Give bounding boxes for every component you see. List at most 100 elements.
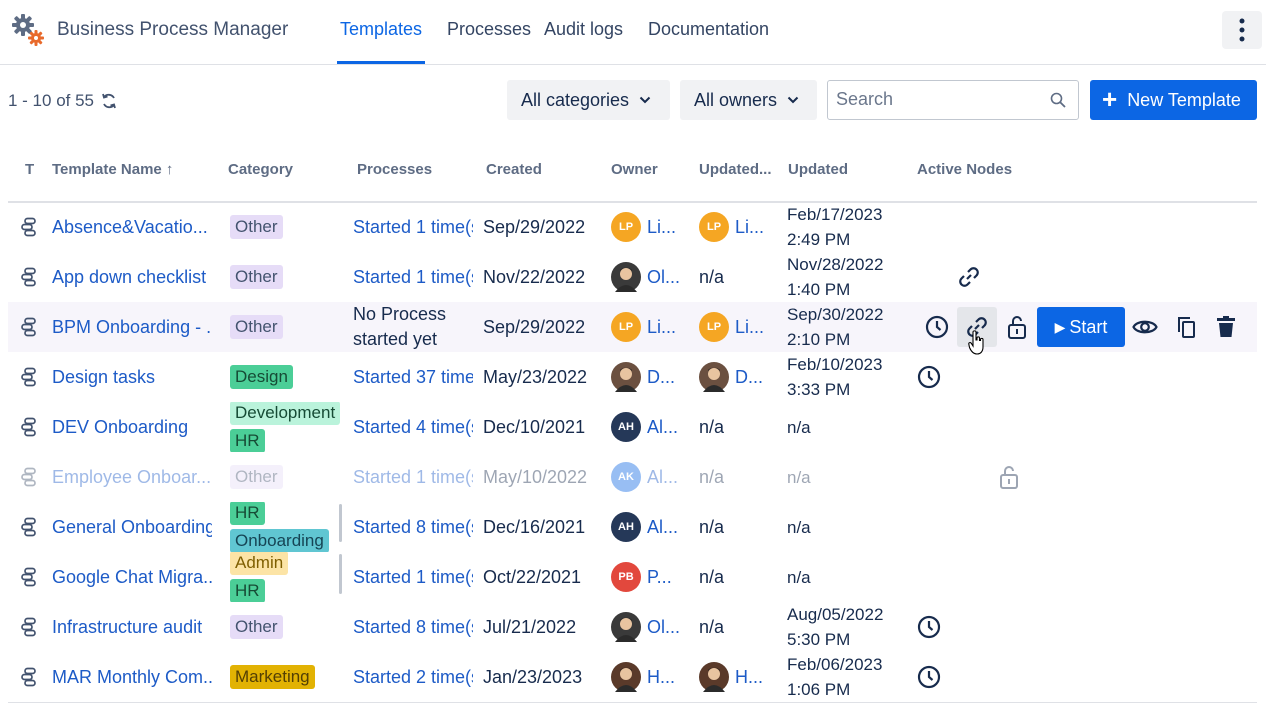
column-header-updated[interactable]: Updated xyxy=(788,161,848,178)
link-icon[interactable] xyxy=(956,264,982,290)
clock-icon[interactable] xyxy=(924,314,950,340)
processes-link[interactable]: Started 1 time(s xyxy=(353,452,473,502)
processes-link[interactable]: Started 4 time(s xyxy=(353,402,473,452)
unlock-icon[interactable] xyxy=(996,464,1022,490)
category-cell: Design xyxy=(230,352,348,402)
owner-name[interactable]: P... xyxy=(647,567,672,588)
processes-link[interactable]: Started 37 time xyxy=(353,352,473,402)
avatar[interactable]: AK xyxy=(611,462,641,492)
avatar[interactable] xyxy=(699,362,729,392)
updated-by-name[interactable]: Li... xyxy=(735,217,764,238)
owner-name[interactable]: Al... xyxy=(647,517,678,538)
column-header-category[interactable]: Category xyxy=(228,161,293,178)
owner-name[interactable]: Al... xyxy=(647,417,678,438)
owner-name[interactable]: Ol... xyxy=(647,267,680,288)
updated-by-name[interactable]: H... xyxy=(735,667,763,688)
avatar[interactable] xyxy=(611,262,641,292)
tab-audit-logs[interactable]: Audit logs xyxy=(544,19,623,40)
table-row[interactable]: BPM Onboarding - ... Other No Process start… xyxy=(8,302,1257,352)
template-name-link[interactable]: App down checklist xyxy=(52,252,212,302)
avatar[interactable]: LP xyxy=(611,212,641,242)
processes-link[interactable]: Started 1 time(s xyxy=(353,252,473,302)
refresh-icon[interactable] xyxy=(100,92,118,110)
more-menu-button[interactable] xyxy=(1222,11,1262,49)
category-cell: Other xyxy=(230,602,348,652)
clock-icon[interactable] xyxy=(916,614,942,640)
search-input[interactable] xyxy=(828,81,1038,117)
table-row[interactable]: Design tasks Design Started 37 time May/23/… xyxy=(8,352,1257,402)
template-name-link[interactable]: Infrastructure audit xyxy=(52,602,212,652)
owner-filter-dropdown[interactable]: All owners xyxy=(680,80,817,120)
category-scrollbar[interactable] xyxy=(339,554,342,594)
column-header-type[interactable]: T xyxy=(25,161,34,178)
owner-name[interactable]: Li... xyxy=(647,317,676,338)
processes-link[interactable]: Started 8 time(s xyxy=(353,502,473,552)
avatar[interactable]: LP xyxy=(699,312,729,342)
owner-name[interactable]: D... xyxy=(647,367,675,388)
template-name-link[interactable]: Absence&Vacatio... xyxy=(52,202,212,252)
updated-by-cell: H... xyxy=(699,652,779,702)
avatar[interactable]: LP xyxy=(611,312,641,342)
category-tag: Development xyxy=(230,402,341,425)
avatar[interactable] xyxy=(611,612,641,642)
table-row[interactable]: Infrastructure audit Other Started 8 time(… xyxy=(8,602,1257,652)
start-button[interactable]: ▶ Start xyxy=(1037,307,1125,347)
processes-link[interactable]: Started 1 time(s xyxy=(353,552,473,602)
table-row[interactable]: MAR Monthly Com... Marketing Started 2 tim… xyxy=(8,652,1257,702)
tab-documentation[interactable]: Documentation xyxy=(648,19,769,40)
template-name-link[interactable]: BPM Onboarding - ... xyxy=(52,302,212,352)
eye-icon[interactable] xyxy=(1132,314,1158,340)
processes-link[interactable]: Started 1 time(s xyxy=(353,202,473,252)
category-filter-dropdown[interactable]: All categories xyxy=(507,80,670,120)
processes-link[interactable]: Started 8 time(s xyxy=(353,602,473,652)
table-row[interactable]: Absence&Vacatio... Other Started 1 time(s S… xyxy=(8,202,1257,252)
category-tag: Other xyxy=(230,265,283,289)
column-header-active-nodes[interactable]: Active Nodes xyxy=(917,161,1012,178)
tab-processes[interactable]: Processes xyxy=(447,19,531,40)
avatar[interactable] xyxy=(699,662,729,692)
avatar[interactable]: PB xyxy=(611,562,641,592)
owner-name[interactable]: Al... xyxy=(647,467,678,488)
template-name-link[interactable]: Employee Onboar... xyxy=(52,452,212,502)
column-header-updated-by[interactable]: Updated... xyxy=(699,161,772,178)
column-header-created[interactable]: Created xyxy=(486,161,542,178)
new-template-button[interactable]: + New Template xyxy=(1090,80,1257,120)
avatar[interactable] xyxy=(611,662,641,692)
copy-icon[interactable] xyxy=(1173,314,1199,340)
search-icon[interactable] xyxy=(1050,92,1066,108)
avatar[interactable]: AH xyxy=(611,412,641,442)
template-name-link[interactable]: General Onboarding xyxy=(52,502,212,552)
clock-icon[interactable] xyxy=(916,664,942,690)
table-row[interactable]: General Onboarding HR Onboarding Started 8 … xyxy=(8,502,1257,552)
clock-icon[interactable] xyxy=(916,364,942,390)
category-tag: Other xyxy=(230,465,283,489)
tab-templates[interactable]: Templates xyxy=(340,19,422,40)
template-name-link[interactable]: MAR Monthly Com... xyxy=(52,652,212,702)
avatar[interactable]: AH xyxy=(611,512,641,542)
table-row[interactable]: Google Chat Migra... Admin HR Started 1 tim… xyxy=(8,552,1257,602)
category-cell: Marketing xyxy=(230,652,348,702)
category-tag: Onboarding xyxy=(230,529,329,552)
table-row[interactable]: App down checklist Other Started 1 time(s N… xyxy=(8,252,1257,302)
gears-icon[interactable] xyxy=(10,12,46,48)
unlock-icon[interactable] xyxy=(1004,314,1030,340)
updated-by-name[interactable]: Li... xyxy=(735,317,764,338)
table-row[interactable]: DEV Onboarding Development HR Started 4 tim… xyxy=(8,402,1257,452)
owner-name[interactable]: Ol... xyxy=(647,617,680,638)
column-header-template-name[interactable]: Template Name ↑ xyxy=(52,161,173,178)
owner-name[interactable]: H... xyxy=(647,667,675,688)
template-name-link[interactable]: Design tasks xyxy=(52,352,212,402)
category-scrollbar[interactable] xyxy=(339,504,342,542)
column-header-processes[interactable]: Processes xyxy=(357,161,432,178)
table-row[interactable]: Employee Onboar... Other Started 1 time(s M… xyxy=(8,452,1257,502)
processes-link[interactable]: Started 2 time(s xyxy=(353,652,473,702)
trash-icon[interactable] xyxy=(1213,314,1239,340)
updated-date-line: Sep/30/2022 xyxy=(787,305,884,324)
updated-by-name[interactable]: D... xyxy=(735,367,763,388)
owner-name[interactable]: Li... xyxy=(647,217,676,238)
column-header-owner[interactable]: Owner xyxy=(611,161,658,178)
avatar[interactable]: LP xyxy=(699,212,729,242)
template-name-link[interactable]: Google Chat Migra... xyxy=(52,552,212,602)
avatar[interactable] xyxy=(611,362,641,392)
template-name-link[interactable]: DEV Onboarding xyxy=(52,402,212,452)
